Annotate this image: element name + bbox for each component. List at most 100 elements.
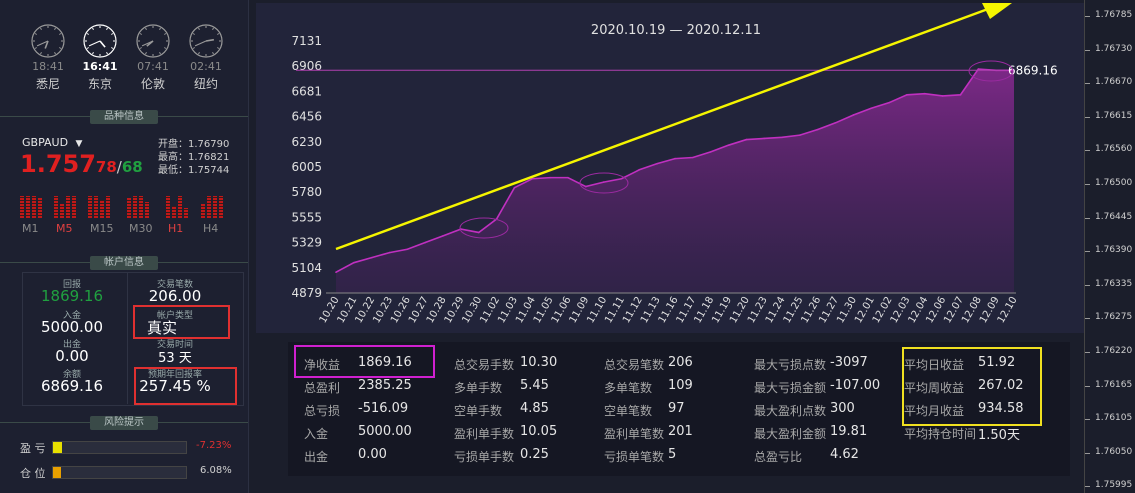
stat-value: 4.85: [520, 401, 549, 416]
timeframe-h4[interactable]: H4: [203, 222, 218, 235]
pl-meter-fill: [53, 442, 63, 453]
equity-point: [638, 168, 641, 171]
price-axis-label: 1.76105: [1084, 413, 1133, 424]
stat-label: 亏损单笔数: [604, 450, 665, 464]
price-small: 68: [121, 158, 143, 176]
price-axis-label: 1.76730: [1084, 43, 1133, 54]
y-tick-label: 6005: [291, 160, 322, 174]
position-label: 仓 位: [20, 467, 46, 480]
y-tick-label: 6906: [291, 59, 322, 73]
stat-value: -107.00: [830, 378, 881, 393]
clock-2[interactable]: 07:41 伦敦: [133, 24, 173, 92]
equity-point: [745, 138, 748, 141]
equity-area: [336, 69, 1014, 293]
price-big: 78: [95, 158, 117, 176]
highlight-box-net-profit: [294, 345, 435, 378]
equity-point: [442, 235, 444, 237]
stat-label: 多单手数: [454, 381, 503, 395]
stat-value: 10.05: [520, 424, 558, 439]
equity-point: [888, 101, 890, 104]
stat-label: 出金: [304, 450, 329, 464]
stat-label: 总亏损: [304, 404, 341, 418]
pl-label: 盈 亏: [20, 442, 46, 455]
stat-value: 5.45: [520, 378, 549, 393]
low-price: 最低：1.75744: [158, 165, 230, 176]
timeframe-bar-m15[interactable]: [88, 190, 112, 218]
timeframe-bar-h1[interactable]: [166, 190, 190, 218]
clock-time: 07:41: [137, 60, 169, 73]
stat-value: 97: [668, 401, 685, 416]
stat-value: 0.25: [520, 447, 549, 462]
equity-chart[interactable]: 2020.10.19 — 2020.12.11 4879 5104 5329 5555 5…: [256, 0, 1084, 333]
equity-point: [959, 94, 962, 96]
section-title-instrument: 品种信息: [0, 110, 248, 124]
y-tick-label: 6230: [291, 135, 322, 149]
equity-point: [852, 114, 855, 116]
equity-point: [709, 151, 712, 153]
equity-point: [424, 241, 427, 244]
stat-label: 最大盈利点数: [754, 404, 827, 418]
timeframe-m15[interactable]: M15: [90, 222, 114, 235]
y-tick-label: 6681: [291, 84, 322, 98]
equity-point: [727, 144, 730, 146]
balance-value: 6869.16: [40, 377, 104, 395]
equity-point: [834, 121, 837, 124]
equity-point: [335, 271, 337, 273]
timeframe-bar-h4[interactable]: [201, 190, 225, 218]
stat-label: 平均持仓时间: [904, 427, 977, 441]
stat-value: 19.81: [830, 424, 868, 439]
price-axis-label: 1.76500: [1084, 178, 1133, 188]
trades-value: 206.00: [148, 287, 202, 305]
equity-point: [977, 68, 980, 70]
y-tick-label: 4879: [291, 286, 322, 300]
equity-point: [353, 261, 355, 264]
clock-time: 02:41: [190, 60, 222, 73]
clock-city: 纽约: [193, 77, 218, 91]
clock-icon: [31, 24, 65, 58]
symbol-name: GBPAUD: [22, 136, 69, 149]
clock-3[interactable]: 02:41 纽约: [186, 24, 226, 92]
stat-label: 最大亏损点数: [754, 358, 827, 372]
price-axis-label: 1.76050: [1084, 446, 1133, 457]
y-tick-label: 5780: [291, 185, 322, 199]
price-axis-label: 1.76670: [1084, 77, 1133, 88]
timeframe-bar-m5[interactable]: [54, 190, 78, 218]
stat-label: 多单笔数: [604, 381, 653, 395]
withdraw-value: 0.00: [55, 347, 89, 365]
timeframe-h1[interactable]: H1: [168, 222, 183, 235]
timeframe-m5[interactable]: M5: [56, 222, 73, 235]
stat-value: -3097: [830, 355, 868, 370]
equity-point: [388, 251, 391, 254]
timeframe-bar-m1[interactable]: [20, 190, 44, 218]
position-meter-fill: [53, 467, 61, 478]
stat-value: -516.09: [358, 401, 409, 416]
price-display: 1.75778/68: [20, 150, 143, 178]
equity-point: [513, 186, 516, 189]
stat-value: 300: [830, 401, 855, 416]
equity-point: [692, 156, 694, 159]
left-panel: 18:41 悉尼 16:41 东京 07:41 伦敦 02:41 纽约 品种信息 GBP…: [0, 0, 249, 493]
price-axis-label: 1.76615: [1084, 110, 1133, 121]
equity-point: [781, 136, 783, 139]
stat-label: 空单笔数: [604, 404, 653, 418]
timeframe-m1[interactable]: M1: [22, 222, 39, 235]
symbol-selector[interactable]: GBPAUD ▼: [22, 136, 82, 149]
clock-0[interactable]: 18:41 悉尼: [28, 24, 68, 92]
equity-point: [602, 181, 605, 183]
clock-time: 16:41: [82, 60, 118, 73]
clock-time: 18:41: [32, 60, 64, 73]
position-meter: [52, 466, 187, 479]
stat-label: 亏损单手数: [454, 450, 515, 464]
price-axis-label: 1.76275: [1084, 312, 1133, 323]
stat-label: 总盈亏比: [754, 450, 803, 464]
timeframe-bar-m30[interactable]: [127, 190, 151, 218]
timeframe-m30[interactable]: M30: [129, 222, 153, 235]
equity-point: [816, 128, 819, 131]
clock-icon: [136, 24, 170, 58]
equity-point: [923, 92, 926, 95]
stat-value: 109: [668, 378, 693, 393]
y-tick-label: 5104: [291, 261, 322, 275]
equity-point: [620, 177, 623, 180]
price-axis-label: 1.76560: [1084, 144, 1133, 155]
clock-1[interactable]: 16:41 东京: [80, 24, 120, 92]
